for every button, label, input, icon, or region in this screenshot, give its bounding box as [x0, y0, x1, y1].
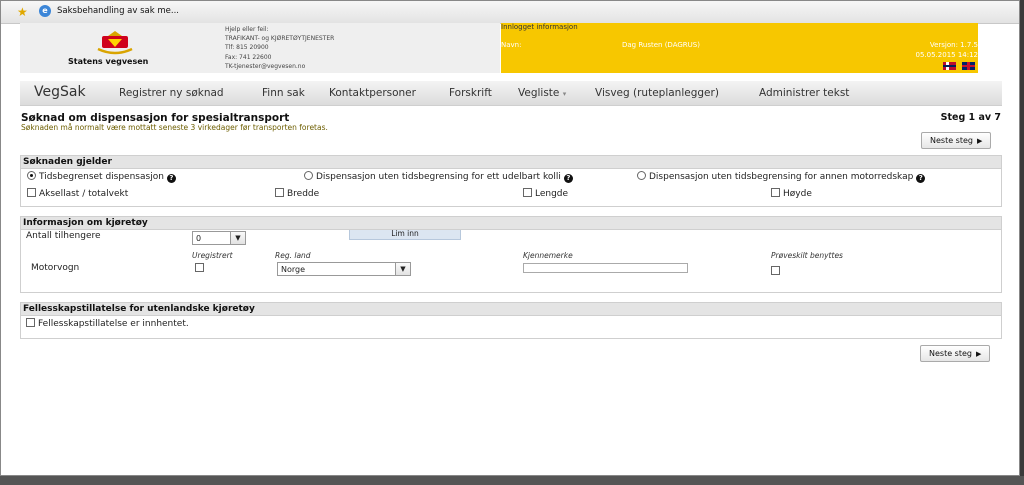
- checkbox-bredde[interactable]: Bredde: [275, 188, 319, 199]
- fellesskap-section: Fellesskapstillatelse for utenlandske kj…: [20, 302, 1002, 339]
- menu-kontaktpersoner[interactable]: Kontaktpersoner: [329, 87, 416, 99]
- kjoretoy-section: Informasjon om kjøretøy Antall tilhenger…: [20, 216, 1002, 293]
- radio-unselected: [304, 171, 313, 180]
- browser-page-icon: e: [39, 5, 51, 17]
- window-title: Saksbehandling av sak me...: [57, 6, 179, 16]
- english-flag-icon[interactable]: [962, 62, 975, 70]
- help-icon[interactable]: ?: [563, 174, 573, 183]
- next-step-button-top[interactable]: Neste steg ▶: [921, 132, 992, 149]
- menu-vegliste[interactable]: Vegliste ▾: [518, 87, 566, 99]
- proveskilt-checkbox[interactable]: [771, 266, 780, 275]
- radio-udelbart-kolli[interactable]: Dispensasjon uten tidsbegrensing for ett…: [304, 171, 573, 183]
- org-name: Statens vegvesen: [68, 57, 149, 66]
- window-titlebar: ★ e Saksbehandling av sak me...: [1, 1, 1019, 24]
- login-info-title: Innlogget informasjon: [501, 23, 578, 31]
- radio-unselected: [637, 171, 646, 180]
- select-value: 0: [196, 234, 202, 243]
- radio-label: Dispensasjon uten tidsbegrensing for ett…: [316, 172, 561, 182]
- page-content: Statens vegvesen Hjelp eller feil: TRAFI…: [20, 23, 1002, 463]
- checkbox-aksellast[interactable]: Aksellast / totalvekt: [27, 188, 128, 199]
- menu-administrer-tekst[interactable]: Administrer tekst: [759, 87, 849, 99]
- contact-line: Tlf: 815 20900: [225, 44, 269, 52]
- version-text: Versjon: 1.7.5: [929, 41, 978, 49]
- soknaden-gjelder-section: Søknaden gjelder Tidsbegrenset dispensas…: [20, 155, 1002, 207]
- reg-land-select[interactable]: Norge ▼: [277, 262, 411, 276]
- contact-line: Hjelp eller feil:: [225, 26, 269, 33]
- checkbox-label: Bredde: [287, 189, 320, 199]
- checkbox-label: Høyde: [783, 189, 812, 199]
- radio-label: Dispensasjon uten tidsbegrensing for ann…: [649, 172, 914, 182]
- kjennemerke-label: Kjennemerke: [523, 251, 573, 260]
- fellesskap-checkbox[interactable]: Fellesskapstillatelse er innhentet.: [26, 318, 189, 329]
- menu-visveg[interactable]: Visveg (ruteplanlegger): [595, 87, 719, 99]
- menu-forskrift[interactable]: Forskrift: [449, 87, 492, 99]
- checkbox-box: [26, 318, 35, 327]
- browser-window: ★ e Saksbehandling av sak me... Statens …: [0, 0, 1020, 476]
- step-indicator: Steg 1 av 7: [940, 112, 1001, 123]
- datetime-text: 05.05.2015 14:12: [915, 51, 978, 59]
- menu-finn-sak[interactable]: Finn sak: [262, 87, 305, 99]
- radio-selected: [27, 171, 36, 180]
- tilhengere-label: Antall tilhengere: [26, 231, 101, 241]
- chevron-down-icon: ▼: [395, 263, 410, 275]
- contact-line: TRAFIKANT- og KJØRETØYTJENESTER: [225, 35, 335, 43]
- uregistrert-label: Uregistrert: [192, 251, 233, 260]
- reg-land-label: Reg. land: [275, 251, 311, 260]
- checkbox-label: Fellesskapstillatelse er innhentet.: [38, 319, 189, 329]
- checkbox-box: [771, 188, 780, 197]
- menu-vegliste-label: Vegliste: [518, 87, 560, 99]
- checkbox-label: Aksellast / totalvekt: [39, 189, 129, 199]
- radio-tidsbegrenset[interactable]: Tidsbegrenset dispensasjon?: [27, 171, 176, 183]
- name-label: Navn:: [501, 41, 522, 49]
- tilhengere-select[interactable]: 0 ▼: [192, 231, 246, 245]
- favorites-star-icon[interactable]: ★: [17, 5, 28, 19]
- chevron-down-icon: ▼: [230, 232, 245, 244]
- checkbox-hoyde[interactable]: Høyde: [771, 188, 812, 199]
- user-name: Dag Rusten (DAGRUS): [622, 41, 700, 49]
- select-value: Norge: [281, 265, 306, 274]
- radio-motorredskap[interactable]: Dispensasjon uten tidsbegrensing for ann…: [637, 171, 926, 183]
- checkbox-lengde[interactable]: Lengde: [523, 188, 568, 199]
- login-info-panel: Innlogget informasjon Navn: Dag Rusten (…: [501, 23, 978, 73]
- contact-email[interactable]: TK-tjenester@vegvesen.no: [225, 62, 334, 71]
- arrow-right-icon: ▶: [975, 350, 982, 358]
- contact-info: Hjelp eller feil: TRAFIKANT- og KJØRETØY…: [225, 25, 334, 71]
- main-menu: VegSak Registrer ny søknad Finn sak Kont…: [20, 81, 1002, 106]
- next-step-label: Neste steg: [930, 136, 973, 145]
- taskbar-strip: [0, 476, 1024, 485]
- header-left: Statens vegvesen Hjelp eller feil: TRAFI…: [20, 23, 500, 73]
- checkbox-box: [523, 188, 532, 197]
- kjennemerke-input[interactable]: [523, 263, 688, 273]
- help-icon[interactable]: ?: [166, 174, 176, 183]
- next-step-button-bottom[interactable]: Neste steg ▶: [920, 345, 991, 362]
- menu-brand[interactable]: VegSak: [34, 84, 86, 100]
- arrow-right-icon: ▶: [976, 137, 983, 145]
- next-step-label: Neste steg: [929, 349, 972, 358]
- statens-vegvesen-logo-icon: [97, 31, 133, 55]
- contact-line: Fax: 741 22600: [225, 53, 272, 61]
- section-title: Fellesskapstillatelse for utenlandske kj…: [21, 303, 1001, 316]
- checkbox-box: [27, 188, 36, 197]
- section-title: Informasjon om kjøretøy: [21, 217, 1001, 230]
- uregistrert-checkbox[interactable]: [195, 263, 204, 272]
- proveskilt-label: Prøveskilt benyttes: [771, 251, 843, 260]
- chevron-down-icon: ▾: [562, 90, 567, 98]
- checkbox-box: [275, 188, 284, 197]
- checkbox-label: Lengde: [535, 189, 569, 199]
- page-note: Søknaden må normalt være mottatt seneste…: [21, 123, 328, 132]
- radio-label: Tidsbegrenset dispensasjon: [39, 172, 164, 182]
- section-title: Søknaden gjelder: [21, 156, 1001, 169]
- motorvogn-label: Motorvogn: [31, 263, 80, 273]
- norwegian-flag-icon[interactable]: [943, 62, 956, 70]
- help-icon[interactable]: ?: [916, 174, 926, 183]
- menu-registrer-ny-soknad[interactable]: Registrer ny søknad: [119, 87, 224, 99]
